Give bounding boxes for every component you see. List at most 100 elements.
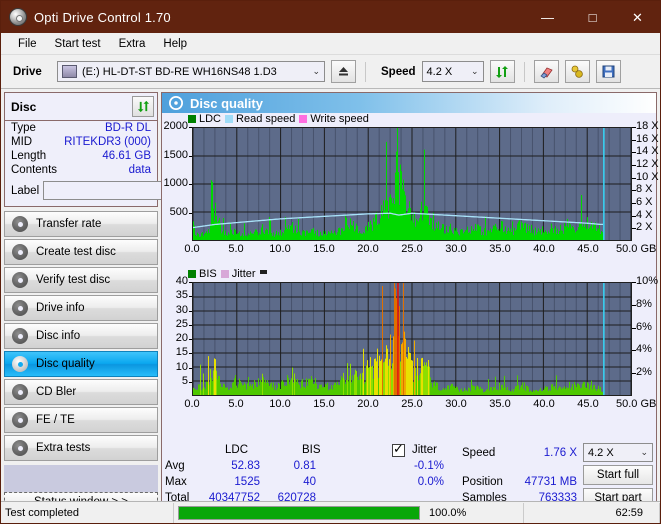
chart2-legend: BIS Jitter: [188, 268, 267, 280]
stats-col-bis: BIS: [302, 444, 321, 456]
sidebar-item-create-test-disc[interactable]: Create test disc: [4, 239, 158, 265]
menu-start-test[interactable]: Start test: [46, 35, 110, 53]
toolbar-divider-2: [523, 61, 525, 82]
chart2-canvas: [193, 283, 631, 395]
chart1-canvas: [193, 128, 631, 240]
axis-tick-label: 40.0: [533, 398, 555, 410]
bis-chart: BIS Jitter 5 10 15 20 25 30 35 40 2% 4% 6% 8% 10% 0…: [162, 268, 659, 416]
axis-tick-mark: [189, 310, 192, 312]
refresh-icon: [496, 65, 509, 78]
tools-icon: [571, 65, 583, 78]
nav-list: Transfer rate Create test disc Verify te…: [4, 211, 158, 461]
jitter-checkbox[interactable]: [392, 442, 405, 457]
charts-area: LDC Read speed Write speed 500 1000 1500 20…: [162, 113, 659, 513]
sidebar-item-drive-info[interactable]: Drive info: [4, 295, 158, 321]
axis-tick-label: 6 X: [636, 196, 653, 208]
axis-tick-mark: [189, 353, 192, 355]
speed-value: 4.2 X: [426, 65, 453, 78]
chart1-legend: LDC Read speed Write speed: [188, 113, 369, 125]
axis-tick-label: 1000: [163, 177, 188, 189]
axis-tick-label: 1500: [163, 148, 188, 161]
menu-file[interactable]: File: [9, 35, 46, 53]
disc-panel-title: Disc: [11, 99, 37, 114]
save-button[interactable]: [595, 60, 621, 83]
axis-tick-label: 0.0: [184, 398, 200, 410]
menu-help[interactable]: Help: [154, 35, 196, 53]
close-button[interactable]: ✕: [615, 1, 660, 33]
menu-extra[interactable]: Extra: [110, 35, 155, 53]
axis-tick-label: 50.0 GB: [616, 398, 657, 410]
axis-tick-label: 0.0: [184, 243, 200, 255]
axis-tick-label: 8 X: [636, 183, 653, 196]
minimize-button[interactable]: —: [525, 1, 570, 33]
axis-tick-mark: [189, 282, 192, 283]
axis-tick-label: 10%: [636, 275, 659, 287]
speed-label: Speed: [381, 65, 416, 78]
eject-button[interactable]: [331, 60, 356, 83]
chevron-down-icon: ⌄: [312, 66, 320, 76]
disc-icon: [12, 328, 28, 344]
tools-button[interactable]: [564, 60, 590, 83]
sidebar-item-fe-te[interactable]: FE / TE: [4, 407, 158, 433]
sidebar-item-verify-test-disc[interactable]: Verify test disc: [4, 267, 158, 293]
axis-tick-label: 2 X: [636, 221, 653, 234]
axis-tick-label: 30.0: [445, 398, 467, 410]
axis-tick-label: 16 X: [636, 132, 659, 145]
legend-extra-swatch: [259, 269, 267, 274]
axis-tick-mark: [189, 324, 192, 326]
axis-tick-label: 18 X: [636, 120, 659, 132]
axis-tick-label: 2000: [163, 120, 188, 132]
eraser-button[interactable]: [533, 60, 559, 83]
disc-row-length: Length 46.61 GB: [5, 149, 157, 163]
legend-read-speed: Read speed: [225, 113, 295, 125]
test-speed-value: 4.2 X: [588, 446, 614, 459]
application-window: Opti Drive Control 1.70 — □ ✕ File Start…: [0, 0, 661, 524]
disc-contents-key: Contents: [11, 164, 58, 176]
nav-label: Disc quality: [36, 358, 95, 370]
sidebar-item-cd-bler[interactable]: CD Bler: [4, 379, 158, 405]
drive-value: (E:) HL-DT-ST BD-RE WH16NS48 1.D3: [82, 65, 277, 78]
nav-label: FE / TE: [36, 414, 75, 426]
axis-tick-label: 500: [169, 205, 188, 218]
start-full-button[interactable]: Start full: [583, 465, 653, 485]
axis-tick-label: 30.0: [445, 243, 467, 255]
axis-tick-label: 5.0: [228, 398, 244, 410]
sidebar-item-disc-info[interactable]: Disc info: [4, 323, 158, 349]
axis-tick-label: 10.0: [269, 243, 291, 255]
app-logo-icon: [9, 8, 27, 26]
axis-tick-label: 30: [175, 303, 188, 316]
sidebar-item-transfer-rate[interactable]: Transfer rate: [4, 211, 158, 237]
axis-tick-label: 15.0: [313, 243, 335, 255]
axis-tick-mark: [189, 367, 192, 369]
axis-tick-label: 8%: [636, 297, 652, 310]
legend-bis: BIS: [188, 268, 217, 280]
test-speed-select[interactable]: 4.2 X ⌄: [583, 443, 653, 462]
sidebar: Disc Type BD-R DL MID RITEKDR3 (000) Len…: [1, 89, 244, 514]
axis-tick-label: 25.0: [401, 398, 423, 410]
drive-select[interactable]: (E:) HL-DT-ST BD-RE WH16NS48 1.D3 ⌄: [57, 61, 325, 82]
nav-label: Transfer rate: [36, 218, 102, 230]
stats-avg-bis: 0.81: [293, 460, 316, 472]
title-bar: Opti Drive Control 1.70 — □ ✕: [1, 1, 660, 33]
disc-icon: [12, 356, 28, 372]
legend-swatch: [225, 115, 234, 123]
main-title: Disc quality: [190, 95, 263, 111]
stats-max-bis: 40: [303, 476, 316, 488]
legend-label: LDC: [199, 113, 222, 125]
speed-select[interactable]: 4.2 X ⌄: [421, 61, 484, 82]
chevron-down-icon: ⌄: [640, 447, 648, 457]
nav-label: Drive info: [36, 302, 85, 314]
status-message: Test completed: [1, 502, 174, 523]
elapsed-time: 62:59: [524, 502, 660, 523]
legend-swatch: [188, 270, 196, 278]
refresh-button[interactable]: [489, 60, 515, 83]
disc-refresh-button[interactable]: [132, 96, 154, 117]
disc-label-row: Label: [5, 177, 244, 206]
axis-tick-label: 25: [175, 317, 188, 330]
sidebar-item-extra-tests[interactable]: Extra tests: [4, 435, 158, 461]
sidebar-item-disc-quality[interactable]: Disc quality: [4, 351, 158, 377]
nav-label: Extra tests: [36, 442, 91, 454]
maximize-button[interactable]: □: [570, 1, 615, 33]
legend-label: Write speed: [310, 113, 369, 125]
stats-speed-label: Speed: [462, 447, 496, 459]
